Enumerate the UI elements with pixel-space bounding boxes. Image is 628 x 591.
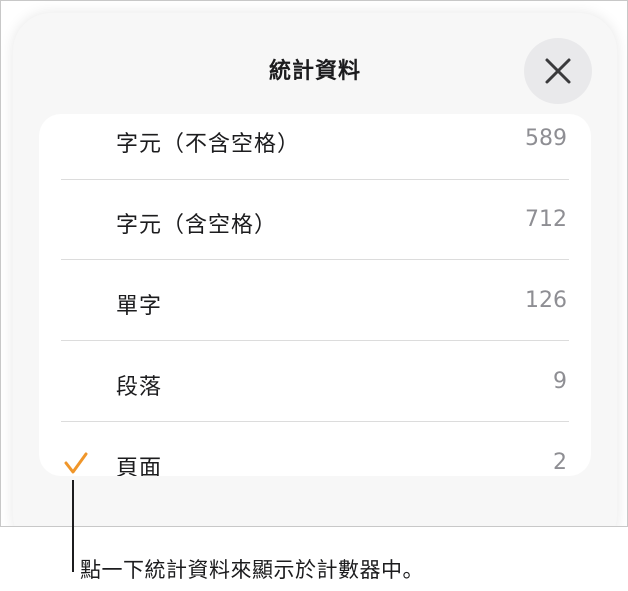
stat-row-characters-no-spaces[interactable]: 字元（不含空格） 589 [39,114,591,180]
close-icon [545,58,571,84]
stat-label: 段落 [116,375,163,400]
row-divider [61,421,569,422]
callout-line [72,480,74,572]
stat-value: 712 [525,207,567,232]
stats-list: 字元（不含空格） 589 字元（含空格） 712 單字 126 段落 9 頁面 … [39,114,591,476]
screen-frame: 統計資料 字元（不含空格） 589 字元（含空格） 712 單字 126 段落 … [0,0,628,527]
stat-label: 字元（不含空格） [116,132,301,157]
close-button[interactable] [524,38,592,104]
stat-value: 589 [525,126,567,151]
callout-text: 點一下統計資料來顯示於計數器中。 [80,558,424,582]
stat-value: 2 [553,450,567,475]
stat-value: 126 [525,288,567,313]
row-divider [61,340,569,341]
stat-row-words[interactable]: 單字 126 [39,261,591,341]
stat-row-characters-with-spaces[interactable]: 字元（含空格） 712 [39,180,591,260]
stat-value: 9 [553,369,567,394]
stat-label: 單字 [116,294,163,319]
stat-row-paragraphs[interactable]: 段落 9 [39,342,591,422]
stat-label: 字元（含空格） [116,213,278,238]
checkmark-icon [64,452,88,474]
row-divider [61,259,569,260]
stat-row-pages[interactable]: 頁面 2 [39,423,591,476]
stat-label: 頁面 [116,456,163,476]
